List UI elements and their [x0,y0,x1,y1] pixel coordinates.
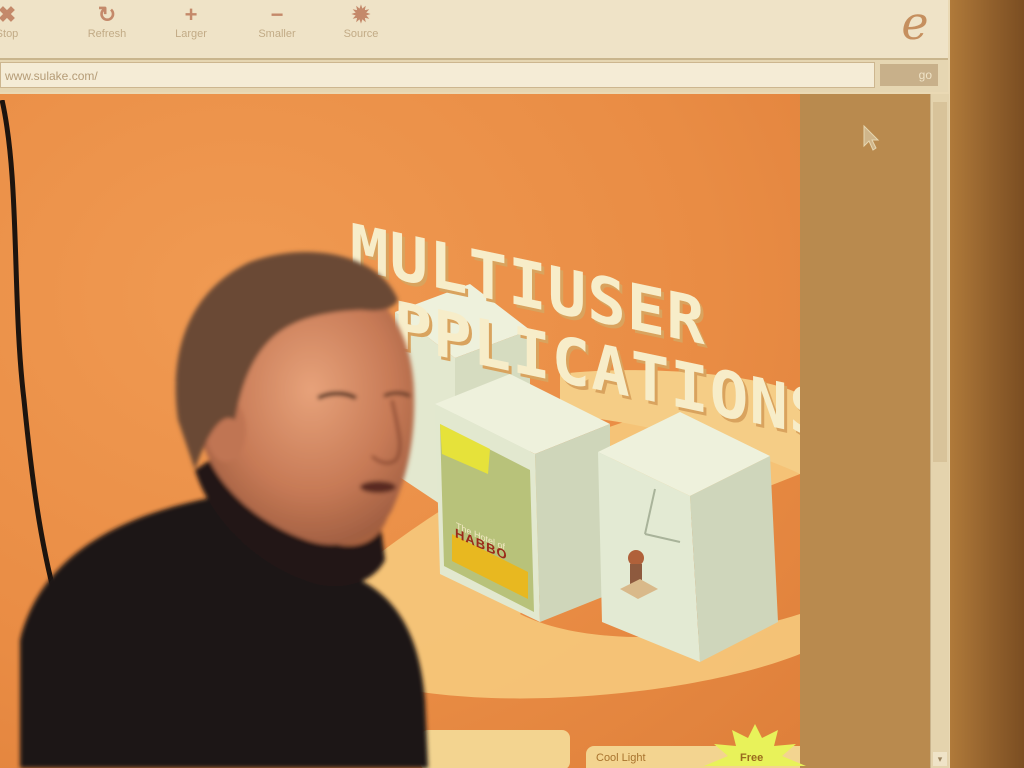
presenter-mouth [360,481,396,493]
presenter [20,251,428,768]
photo-scene: ✖ Stop ↻ Refresh + Larger − Smaller ✹ So… [0,0,1024,768]
